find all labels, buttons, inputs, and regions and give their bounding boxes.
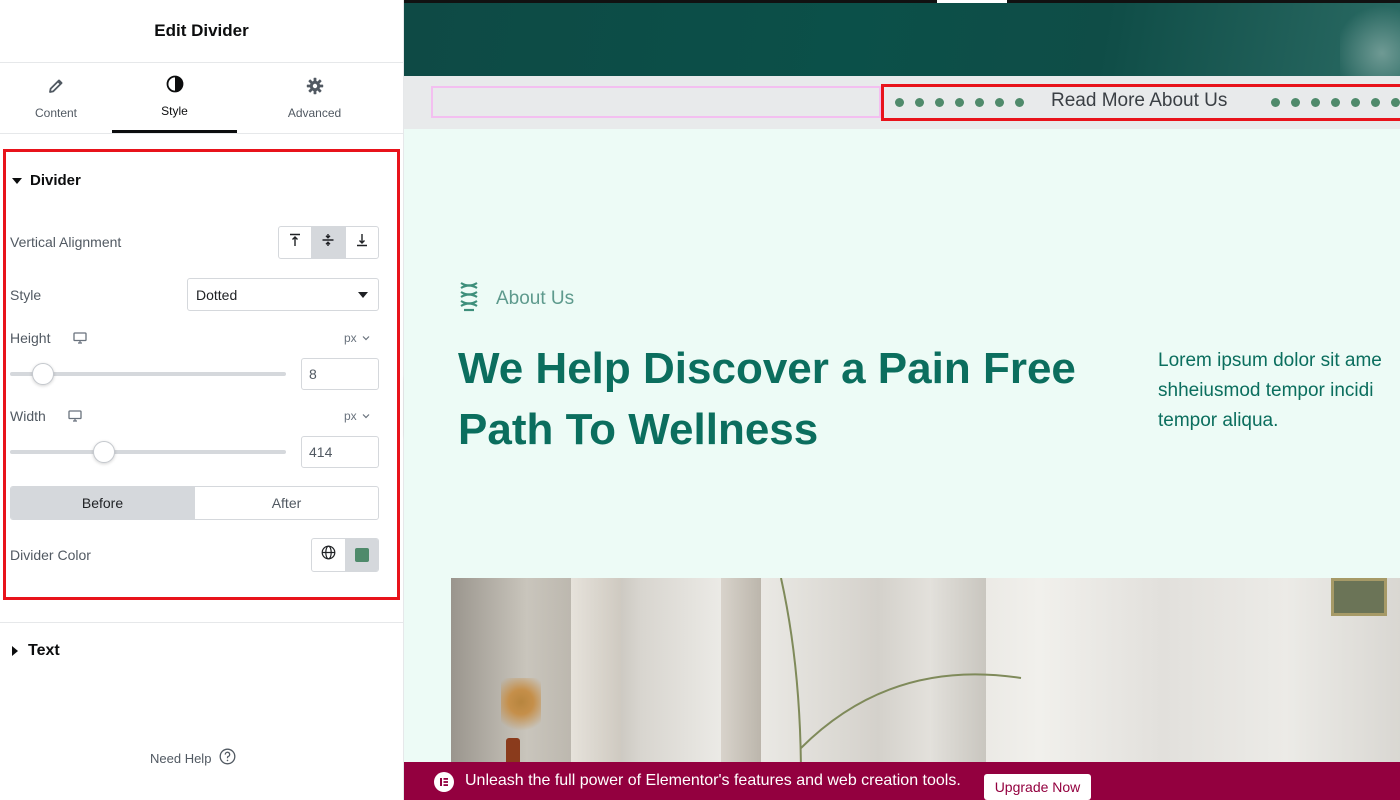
color-picker-button[interactable] [344, 539, 378, 571]
divider-section-toggle[interactable]: Divider [12, 172, 81, 189]
panel-tabs: Content Style Advanced [0, 63, 403, 134]
globe-icon [321, 545, 336, 565]
upgrade-now-button[interactable]: Upgrade Now [984, 774, 1091, 800]
divider-dots-left [895, 98, 1024, 107]
divider-color-label: Divider Color [10, 547, 91, 563]
photo-plant-stem [780, 578, 1022, 778]
gear-icon [306, 77, 324, 98]
upgrade-banner: Unleash the full power of Elementor's fe… [404, 762, 1400, 800]
height-unit-selector[interactable]: px [344, 331, 370, 345]
photo-flowers [501, 678, 541, 738]
spine-icon [458, 280, 480, 317]
divider-section-heading: Divider [30, 172, 81, 189]
vertical-alignment-control [278, 226, 379, 259]
divider-dot [915, 98, 924, 107]
divider-dot [895, 98, 904, 107]
intro-line: tempor aliqua. [1158, 410, 1279, 431]
desktop-icon[interactable] [73, 332, 87, 344]
vertical-alignment-label: Vertical Alignment [10, 234, 122, 250]
divider-dot [1331, 98, 1340, 107]
align-top-icon [288, 233, 302, 252]
tab-style-label: Style [161, 104, 188, 118]
panel-header: Edit Divider [0, 0, 403, 63]
page-headline: We Help Discover a Pain Free Path To Wel… [458, 344, 1076, 454]
desktop-icon[interactable] [68, 410, 82, 422]
contrast-icon [166, 75, 184, 96]
divider-dot [975, 98, 984, 107]
divider-position-switch: Before After [10, 486, 379, 520]
hero-background-image [404, 0, 1400, 76]
top-bar-indicator [937, 0, 1007, 3]
intro-line: Lorem ipsum dolor sit ame [1158, 350, 1382, 371]
upgrade-banner-text: Unleash the full power of Elementor's fe… [465, 772, 961, 789]
align-top-button[interactable] [279, 227, 313, 258]
align-middle-icon [321, 233, 335, 252]
divider-dot [995, 98, 1004, 107]
divider-dot [1371, 98, 1380, 107]
tab-style[interactable]: Style [112, 63, 237, 133]
tab-advanced[interactable]: Advanced [237, 63, 392, 133]
width-unit-selector[interactable]: px [344, 409, 370, 423]
width-slider[interactable] [10, 450, 286, 454]
photo-wall-frame [1331, 578, 1387, 616]
color-swatch [354, 548, 369, 562]
chevron-down-icon [362, 414, 370, 419]
tab-advanced-label: Advanced [287, 105, 342, 120]
divider-color-control [311, 538, 379, 572]
width-unit: px [344, 409, 357, 423]
align-bottom-icon [355, 233, 369, 252]
text-section-heading: Text [28, 642, 60, 659]
section-divider [0, 622, 404, 623]
panel-title: Edit Divider [154, 21, 249, 40]
divider-dot [1271, 98, 1280, 107]
caret-right-icon [12, 646, 18, 656]
help-icon [219, 748, 236, 768]
page-preview: Read More About Us About Us We Help Disc… [404, 0, 1400, 800]
style-select-value: Dotted [196, 286, 238, 303]
divider-dot [955, 98, 964, 107]
style-select[interactable]: Dotted [187, 278, 379, 311]
widget-outline [431, 86, 881, 118]
height-label: Height [10, 330, 51, 346]
height-slider-handle[interactable] [32, 363, 55, 385]
divider-text: Read More About Us [1051, 90, 1228, 111]
before-option[interactable]: Before [11, 487, 195, 519]
width-label: Width [10, 408, 46, 424]
intro-paragraph: Lorem ipsum dolor sit ame shheiusmod tem… [1158, 346, 1400, 436]
divider-dots-right [1271, 98, 1400, 107]
width-input[interactable]: 414 [301, 436, 379, 468]
divider-dot [1311, 98, 1320, 107]
width-slider-handle[interactable] [92, 441, 115, 463]
chevron-down-icon [362, 336, 370, 341]
need-help-label: Need Help [150, 750, 212, 766]
align-bottom-button[interactable] [346, 227, 378, 258]
text-section-toggle[interactable]: Text [12, 642, 60, 660]
height-unit: px [344, 331, 357, 345]
about-us-eyebrow: About Us [458, 280, 574, 317]
divider-dot [1291, 98, 1300, 107]
divider-dot [935, 98, 944, 107]
need-help-link[interactable]: Need Help [150, 748, 236, 768]
divider-dot [1015, 98, 1024, 107]
height-input[interactable]: 8 [301, 358, 379, 390]
caret-down-icon [12, 177, 22, 184]
divider-dot [1391, 98, 1400, 107]
top-bar [404, 0, 1400, 3]
tab-content-label: Content [34, 105, 78, 120]
pencil-icon [47, 77, 65, 98]
divider-dot [1351, 98, 1360, 107]
elementor-logo-icon [434, 772, 454, 792]
tab-content[interactable]: Content [0, 63, 112, 133]
intro-line: shheiusmod tempor incidi [1158, 380, 1374, 401]
style-label: Style [10, 287, 42, 303]
global-colors-button[interactable] [312, 539, 345, 571]
align-middle-button[interactable] [312, 227, 346, 258]
after-option[interactable]: After [195, 487, 378, 519]
about-us-label: About Us [496, 287, 575, 309]
dropdown-arrow-icon [358, 291, 368, 298]
